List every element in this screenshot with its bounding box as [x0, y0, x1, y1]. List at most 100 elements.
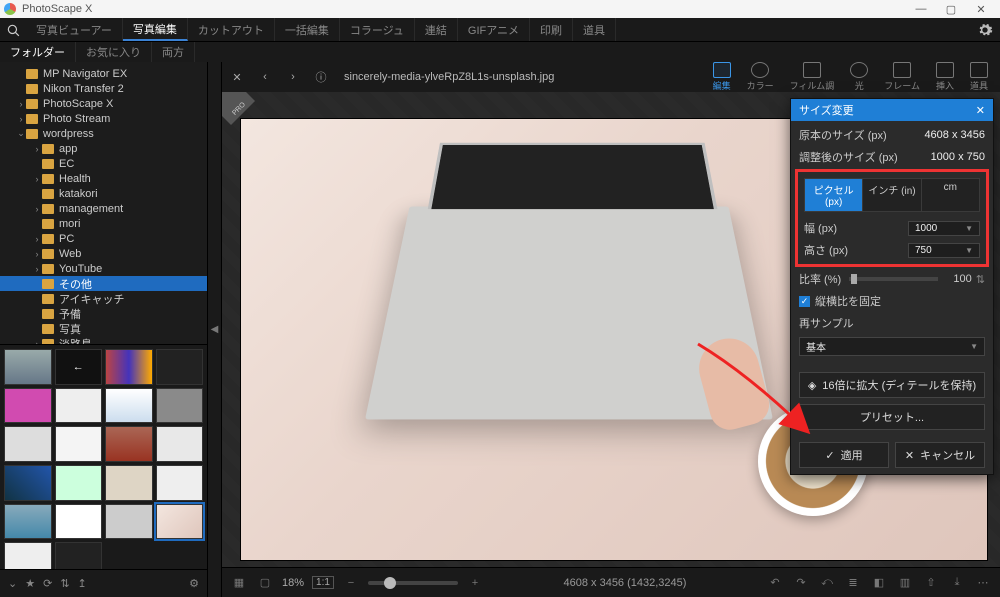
thumbnail[interactable] [55, 426, 103, 462]
history-button[interactable]: ≣ [844, 576, 862, 589]
subtab-favorites[interactable]: お気に入り [76, 42, 152, 62]
fit-icon[interactable]: ▢ [256, 576, 274, 589]
thumbnail[interactable] [4, 504, 52, 540]
gear-icon[interactable]: ⚙ [189, 577, 199, 590]
folder-item[interactable]: ›PC [0, 231, 207, 246]
save-button[interactable]: ⤓ [948, 576, 966, 589]
info-button[interactable]: ⓘ [312, 69, 330, 85]
tool-light[interactable]: 光 [850, 62, 868, 92]
folder-item[interactable]: アイキャッチ [0, 291, 207, 306]
tab-batch[interactable]: 一括編集 [275, 18, 340, 41]
folder-item[interactable]: katakori [0, 186, 207, 201]
thumbnail[interactable] [4, 542, 52, 569]
thumbnail[interactable] [156, 349, 204, 385]
thumbnail[interactable] [156, 465, 204, 501]
tool-insert[interactable]: 挿入 [936, 62, 954, 92]
upload-icon[interactable]: ↥ [78, 577, 87, 590]
zoom-percent[interactable]: 18% [282, 577, 304, 589]
thumbnail-selected[interactable] [156, 504, 204, 540]
thumbnail[interactable] [4, 349, 52, 385]
fit-ratio[interactable]: 1:1 [312, 576, 334, 589]
thumbnail[interactable] [105, 426, 153, 462]
folder-item[interactable]: ›淡路島 [0, 336, 207, 344]
thumbnail[interactable] [55, 504, 103, 540]
folder-item[interactable]: 予備 [0, 306, 207, 321]
width-input[interactable]: 1000▼ [908, 221, 980, 236]
prev-image-button[interactable]: ‹ [256, 71, 274, 83]
zoom-in-button[interactable]: + [466, 577, 484, 589]
tab-combine[interactable]: 連結 [415, 18, 458, 41]
crop-button[interactable]: ▥ [896, 576, 914, 589]
tab-gif[interactable]: GIFアニメ [458, 18, 530, 41]
zoom-out-button[interactable]: − [342, 577, 360, 589]
grid-icon[interactable]: ▦ [230, 576, 248, 589]
window-minimize-button[interactable]: — [906, 3, 936, 15]
folder-item[interactable]: ⌄wordpress [0, 126, 207, 141]
apply-button[interactable]: ✓適用 [799, 442, 889, 468]
folder-item[interactable]: ›management [0, 201, 207, 216]
unit-px[interactable]: ピクセル (px) [805, 179, 863, 211]
tab-viewer[interactable]: 写真ビューアー [26, 18, 123, 41]
folder-item[interactable]: Nikon Transfer 2 [0, 81, 207, 96]
resize-close-button[interactable]: ✕ [976, 104, 985, 117]
thumbnail[interactable] [55, 388, 103, 424]
thumbnail[interactable] [105, 504, 153, 540]
tab-collage[interactable]: コラージュ [340, 18, 415, 41]
compare-button[interactable]: ◧ [870, 576, 888, 589]
ratio-stepper[interactable]: ⇅ [976, 273, 985, 286]
undo-button[interactable]: ↶ [766, 576, 784, 589]
folder-item[interactable]: ›PhotoScape X [0, 96, 207, 111]
tool-film[interactable]: フィルム調 [790, 62, 835, 92]
folder-item[interactable]: ›app [0, 141, 207, 156]
redo-button[interactable]: ↷ [792, 576, 810, 589]
refresh-icon[interactable]: ⟳ [43, 577, 52, 590]
thumbnail-grid[interactable]: ← [0, 344, 207, 569]
sidebar-collapse-handle[interactable]: ◀ [208, 62, 222, 597]
resample-select[interactable]: 基本▼ [799, 337, 985, 356]
thumbnail[interactable] [156, 426, 204, 462]
checkbox-checked-icon[interactable]: ✓ [799, 296, 810, 307]
thumbnail[interactable] [4, 465, 52, 501]
tool-color[interactable]: カラー [747, 62, 774, 92]
ratio-value[interactable]: 100 [946, 273, 972, 285]
thumbnail[interactable] [4, 426, 52, 462]
zoom-slider[interactable] [368, 581, 458, 585]
folder-item[interactable]: ›Web [0, 246, 207, 261]
tool-edit[interactable]: 編集 [713, 62, 731, 92]
folder-item[interactable]: MP Navigator EX [0, 66, 207, 81]
revert-button[interactable]: ⤺ [818, 576, 836, 589]
lock-aspect-row[interactable]: ✓ 縦横比を固定 [799, 293, 985, 309]
folder-item[interactable]: 写真 [0, 321, 207, 336]
thumbnail[interactable] [4, 388, 52, 424]
tab-cutout[interactable]: カットアウト [188, 18, 275, 41]
thumbnail[interactable] [105, 388, 153, 424]
thumbnail[interactable] [55, 465, 103, 501]
tab-print[interactable]: 印刷 [530, 18, 573, 41]
menu-button[interactable]: ⋯ [974, 576, 992, 589]
subtab-folder[interactable]: フォルダー [0, 42, 76, 62]
folder-item[interactable]: mori [0, 216, 207, 231]
unit-cm[interactable]: cm [922, 179, 979, 211]
folder-item[interactable]: ›Health [0, 171, 207, 186]
tool-frame[interactable]: フレーム [884, 62, 920, 92]
tab-tools[interactable]: 道具 [573, 18, 616, 41]
folder-item[interactable]: ›YouTube [0, 261, 207, 276]
preset-button[interactable]: プリセット... [799, 404, 985, 430]
thumbnail[interactable] [105, 349, 153, 385]
thumbnail[interactable] [105, 465, 153, 501]
subtab-both[interactable]: 両方 [152, 42, 195, 62]
chevron-down-icon[interactable]: ⌄ [8, 577, 17, 590]
window-maximize-button[interactable]: ▢ [936, 3, 966, 16]
star-icon[interactable]: ★ [25, 577, 35, 590]
next-image-button[interactable]: › [284, 71, 302, 83]
link-icon[interactable]: ⇅ [60, 577, 69, 590]
height-input[interactable]: 750▼ [908, 243, 980, 258]
tool-tools[interactable]: 道具 [970, 62, 988, 92]
share-button[interactable]: ⇧ [922, 576, 940, 589]
folder-item[interactable]: ›Photo Stream [0, 111, 207, 126]
enlarge-16x-button[interactable]: ◈16倍に拡大 (ディテールを保持) [799, 372, 985, 398]
cancel-button[interactable]: ✕キャンセル [895, 442, 985, 468]
thumbnail[interactable] [55, 542, 103, 569]
ratio-slider[interactable] [849, 277, 938, 281]
folder-item[interactable]: EC [0, 156, 207, 171]
